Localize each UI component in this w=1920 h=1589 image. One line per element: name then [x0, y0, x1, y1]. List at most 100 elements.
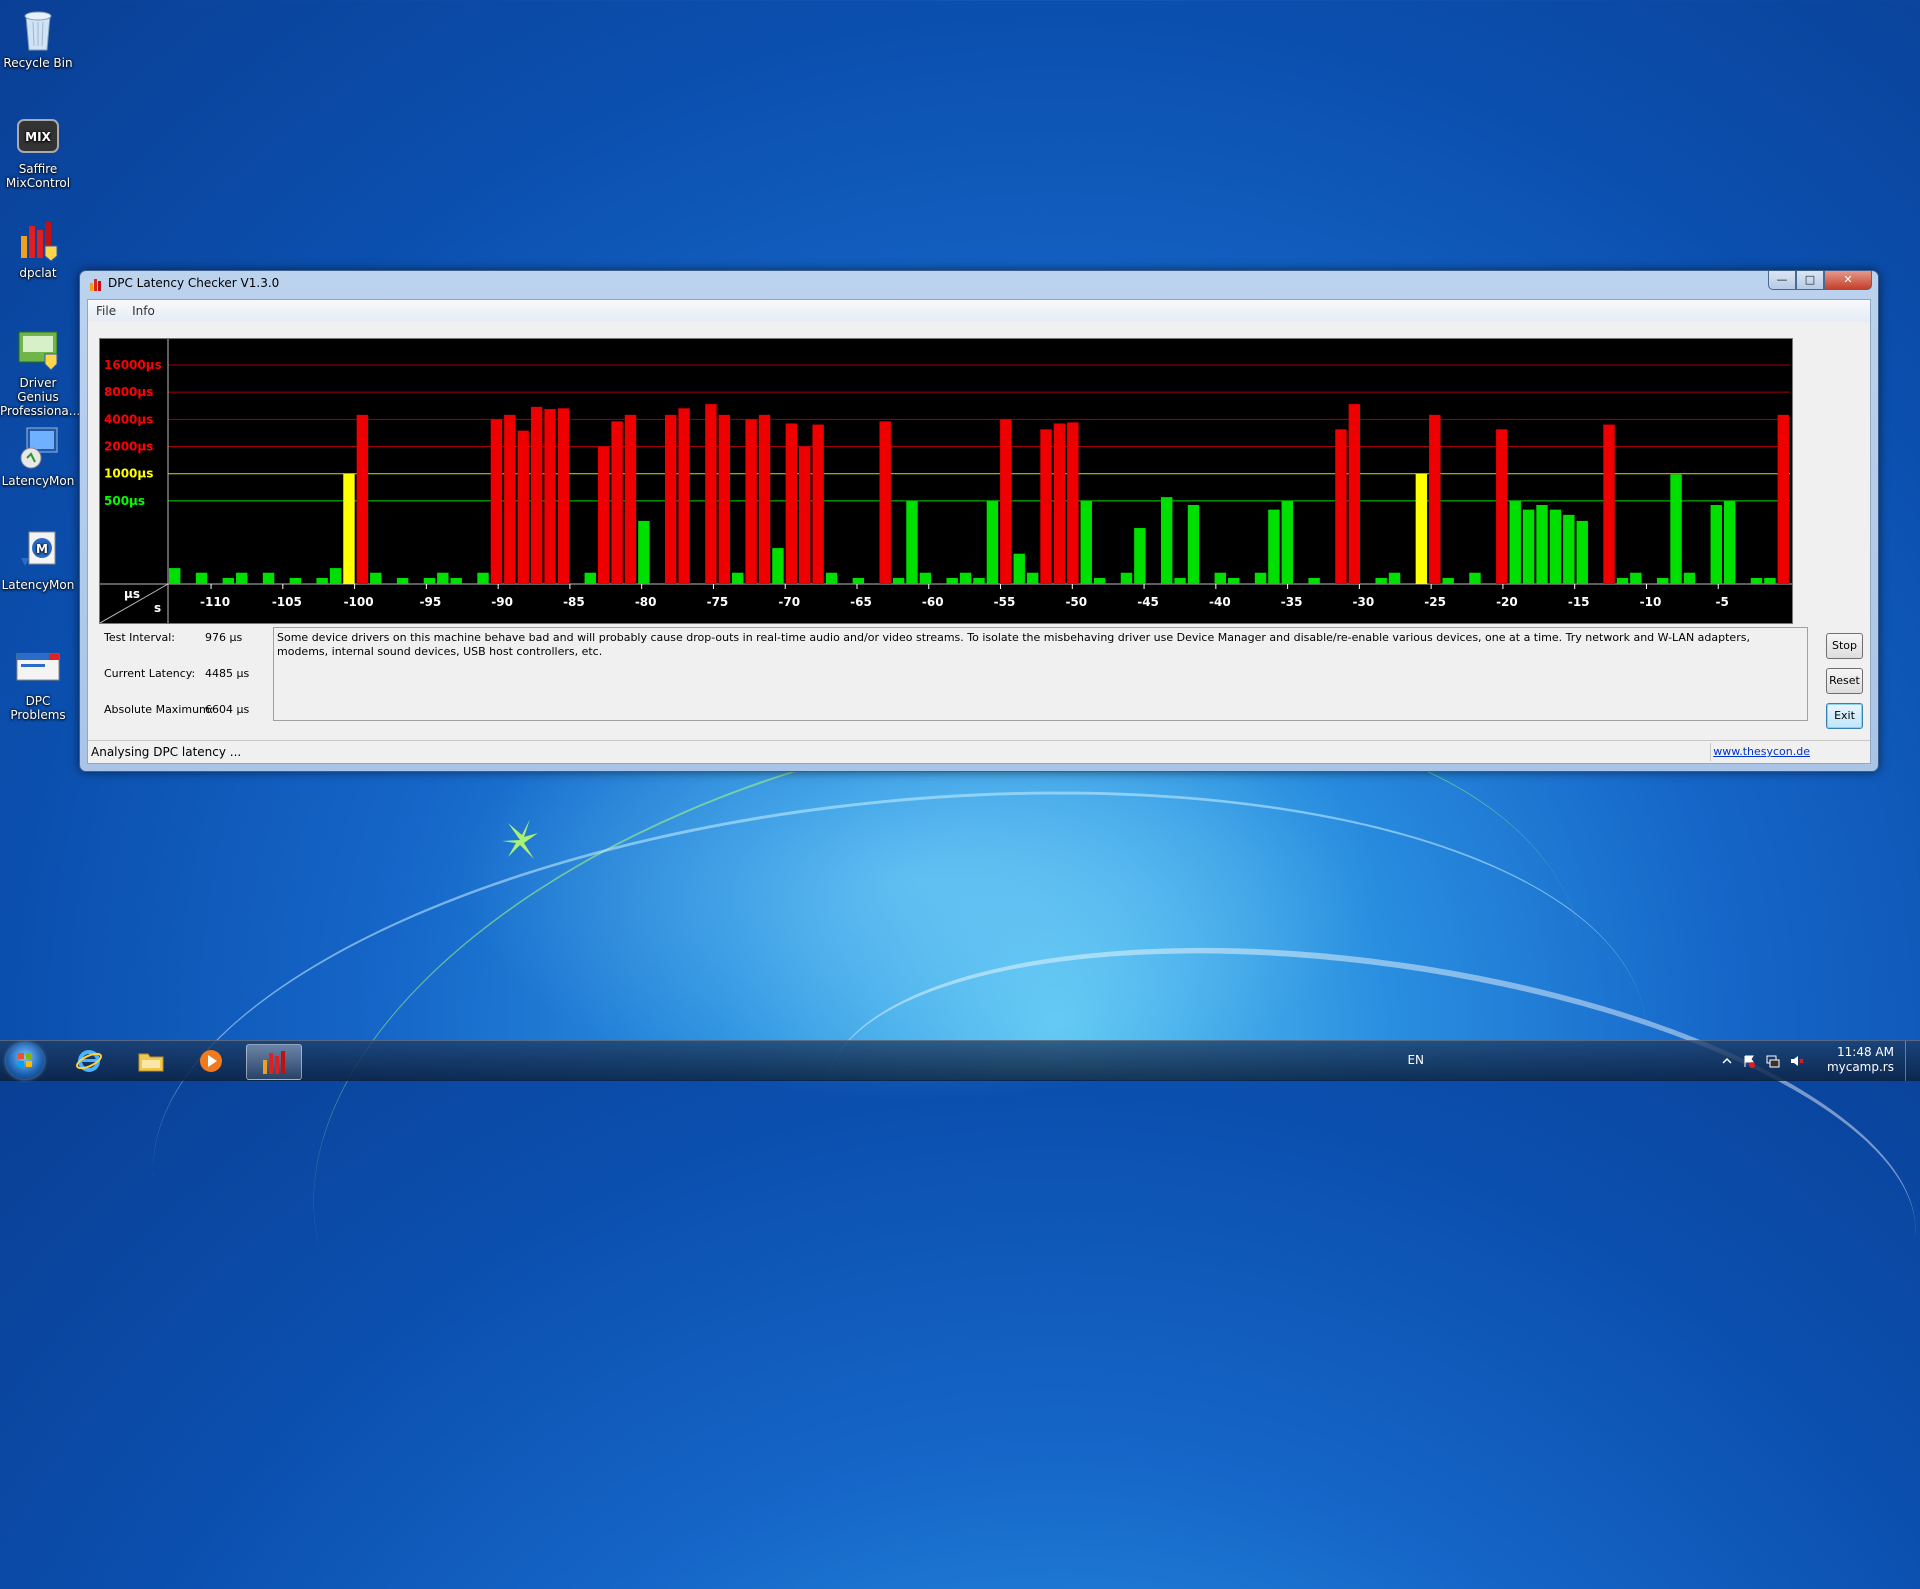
close-button[interactable]: ✕ [1824, 271, 1872, 290]
minimize-button[interactable]: — [1768, 271, 1796, 290]
driver-genius-icon [15, 326, 61, 372]
latency-bar [1522, 509, 1535, 584]
network-icon[interactable] [1766, 1054, 1780, 1068]
latency-bar [222, 577, 235, 584]
recycle-bin-icon [15, 6, 61, 52]
y-unit-label: µs [124, 587, 140, 601]
clock-time: 11:48 AM [1837, 1045, 1894, 1059]
start-button[interactable] [6, 1043, 44, 1079]
current-latency-value: 4485 µs [205, 667, 250, 680]
x-tick-label: -85 [563, 595, 585, 609]
absolute-maximum-row: Absolute Maximum: 6604 µs [96, 700, 276, 736]
latency-bar [289, 577, 302, 584]
latency-bar [1067, 422, 1079, 584]
x-tick-label: -20 [1496, 595, 1518, 609]
y-tick-label: 1000µs [104, 467, 153, 481]
x-tick-label: -55 [994, 595, 1016, 609]
y-tick-label: 4000µs [104, 412, 153, 426]
latency-bar [236, 572, 248, 584]
x-tick-label: -60 [922, 595, 944, 609]
volume-icon[interactable] [1790, 1054, 1804, 1068]
dpclat-icon [15, 216, 61, 262]
latency-bar [1214, 572, 1226, 584]
exit-button[interactable]: Exit [1826, 703, 1863, 729]
status-text: Analysing DPC latency ... [91, 745, 242, 759]
desktop-icon-saffire-mixcontrol[interactable]: MIX Saffire MixControl [0, 106, 76, 190]
latency-bar [906, 500, 918, 584]
show-hidden-icons-icon[interactable] [1720, 1054, 1734, 1068]
latency-bar [1576, 520, 1588, 584]
latency-bar [1777, 414, 1789, 584]
latency-bar [638, 520, 650, 584]
latency-info-panel: Test Interval: 976 µs Current Latency: 4… [96, 628, 276, 736]
y-tick-label: 8000µs [104, 385, 153, 399]
latency-bar [504, 414, 516, 584]
taskbar-dpclat[interactable] [246, 1044, 302, 1080]
latency-bar [1536, 505, 1548, 584]
latency-bar [785, 423, 798, 584]
desktop-icon-label: LatencyMon [1, 474, 75, 488]
x-tick-label: -75 [707, 595, 729, 609]
title-bar[interactable]: DPC Latency Checker V1.3.0 — □ ✕ [80, 271, 1878, 297]
latency-bar [812, 424, 824, 584]
latency-bar [1616, 577, 1629, 584]
desktop-icon-dpc-problems[interactable]: DPC Problems [0, 638, 76, 722]
x-tick-label: -10 [1640, 595, 1662, 609]
menu-bar: File Info [88, 300, 1870, 322]
dpclat-icon [90, 279, 101, 291]
caption-buttons: — □ ✕ [1768, 271, 1872, 291]
desktop-icon-dpclat[interactable]: dpclat [0, 210, 76, 280]
latency-bar [852, 577, 865, 584]
latency-bar [664, 414, 677, 584]
thesycon-link[interactable]: www.thesycon.de [1713, 745, 1810, 758]
latencymon-icon [15, 424, 61, 470]
menu-file[interactable]: File [88, 304, 124, 318]
latency-bar [195, 572, 208, 584]
latency-bar [1630, 572, 1642, 584]
wallpaper-bloom [502, 819, 538, 859]
latency-bar [892, 577, 905, 584]
show-desktop-button[interactable] [1905, 1041, 1920, 1081]
latency-bar [1093, 577, 1106, 584]
reset-button[interactable]: Reset [1826, 668, 1863, 694]
latency-bar [169, 568, 181, 584]
stop-button[interactable]: Stop [1826, 633, 1863, 659]
latency-bar [1053, 423, 1066, 584]
latency-bar [919, 572, 932, 584]
desktop-icon-latencymon[interactable]: LatencyMon [0, 418, 76, 488]
media-player-icon [200, 1050, 222, 1072]
latency-bar [1603, 424, 1615, 584]
latency-bar [1429, 414, 1441, 584]
latency-bar [584, 572, 596, 584]
language-indicator[interactable]: EN [1407, 1053, 1424, 1067]
taskbar-windows-explorer[interactable] [124, 1044, 178, 1078]
action-center-flag-icon[interactable] [1742, 1054, 1756, 1068]
latency-bar [1496, 429, 1508, 584]
latency-bar [450, 577, 462, 584]
latency-bar [879, 421, 891, 584]
clock[interactable]: 11:48 AM mycamp.rs [1827, 1045, 1894, 1075]
latency-bar [1000, 419, 1012, 584]
taskbar-media-player[interactable] [184, 1044, 238, 1078]
latency-bar [370, 572, 382, 584]
latency-bar [959, 572, 972, 584]
desktop-icon-recycle-bin[interactable]: Recycle Bin [0, 0, 76, 70]
latency-bar [1134, 528, 1146, 584]
latency-bar [718, 414, 731, 584]
latency-bar [1549, 509, 1562, 584]
desktop-icon-latencymon-2[interactable]: M LatencyMon [0, 522, 76, 592]
x-tick-label: -25 [1424, 595, 1446, 609]
latency-bar [624, 414, 637, 584]
latency-bar [973, 577, 985, 584]
latency-bar [1013, 553, 1025, 584]
taskbar-internet-explorer[interactable] [62, 1044, 116, 1078]
y-tick-label: 2000µs [104, 440, 153, 454]
clock-date-overlay: mycamp.rs [1826, 1060, 1894, 1074]
latency-bar [1563, 514, 1575, 584]
latency-bar [1281, 500, 1294, 584]
latency-bar [946, 577, 958, 584]
maximize-button[interactable]: □ [1796, 271, 1824, 290]
menu-info[interactable]: Info [124, 304, 163, 318]
desktop-icon-label: Recycle Bin [3, 56, 73, 70]
desktop-icon-driver-genius[interactable]: Driver Genius Professiona... [0, 320, 80, 418]
